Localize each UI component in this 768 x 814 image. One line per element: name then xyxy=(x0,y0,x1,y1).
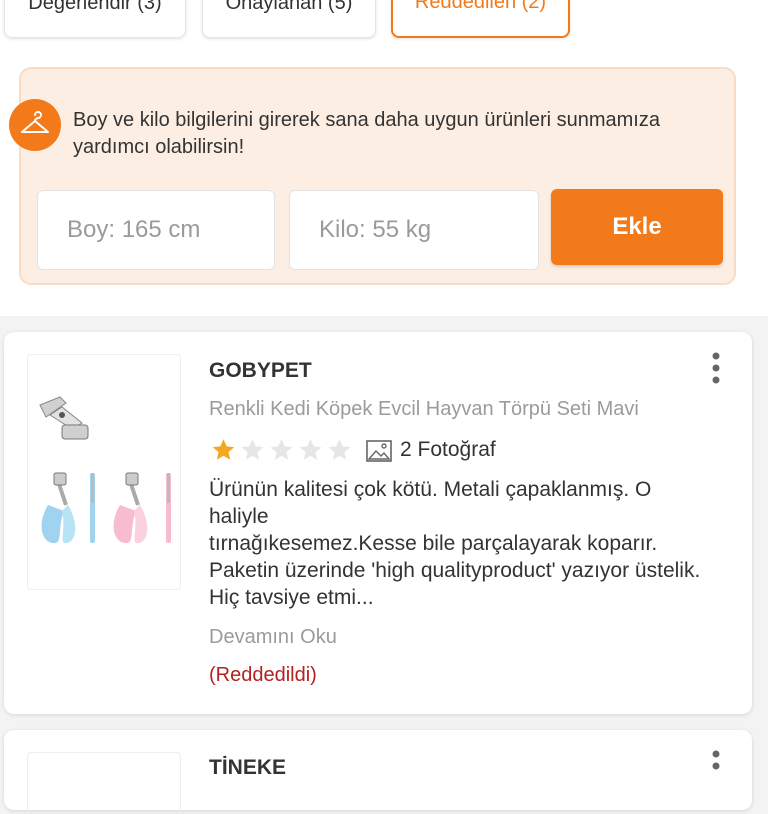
brand-name: TİNEKE xyxy=(209,756,287,779)
photo-count[interactable]: 2 Fotoğraf xyxy=(400,438,496,462)
more-options-icon[interactable] xyxy=(706,748,726,788)
star-filled-icon xyxy=(212,439,235,460)
product-image[interactable] xyxy=(27,354,181,590)
star-empty-icon xyxy=(328,439,351,460)
brand-name: GOBYPET xyxy=(209,359,312,382)
height-input[interactable]: Boy: 165 cm xyxy=(37,190,275,270)
star-empty-icon xyxy=(241,439,264,460)
star-empty-icon xyxy=(270,439,293,460)
tab-rejected[interactable]: Reddedilen (2) xyxy=(391,0,570,38)
rating-stars xyxy=(209,437,354,463)
star-empty-icon xyxy=(299,439,322,460)
product-name[interactable]: Renkli Kedi Köpek Evcil Hayvan Törpü Set… xyxy=(209,398,639,421)
more-options-icon[interactable] xyxy=(706,350,726,390)
tab-approved[interactable]: Onaylanan (5) xyxy=(202,0,376,38)
hanger-icon xyxy=(9,99,61,151)
status-badge: (Reddedildi) xyxy=(209,664,317,686)
product-image[interactable] xyxy=(27,752,181,814)
tab-to-review[interactable]: Değerlendir (3) xyxy=(4,0,186,38)
review-card: GOBYPET Renkli Kedi Köpek Evcil Hayvan T… xyxy=(4,332,752,714)
review-tabs: Değerlendir (3) Onaylanan (5) Reddedilen… xyxy=(0,0,768,58)
read-more-link[interactable]: Devamını Oku xyxy=(209,626,337,649)
weight-input[interactable]: Kilo: 55 kg xyxy=(289,190,539,270)
photo-icon xyxy=(366,440,392,462)
size-info-section: Boy ve kilo bilgilerini girerek sana dah… xyxy=(0,58,768,316)
size-info-message: Boy ve kilo bilgilerini girerek sana dah… xyxy=(73,109,660,158)
add-button[interactable]: Ekle xyxy=(551,189,723,265)
review-text: Ürünün kalitesi çok kötü. Metali çapakla… xyxy=(209,478,701,609)
review-card: TİNEKE xyxy=(4,730,752,814)
size-info-card: Boy ve kilo bilgilerini girerek sana dah… xyxy=(9,67,736,285)
